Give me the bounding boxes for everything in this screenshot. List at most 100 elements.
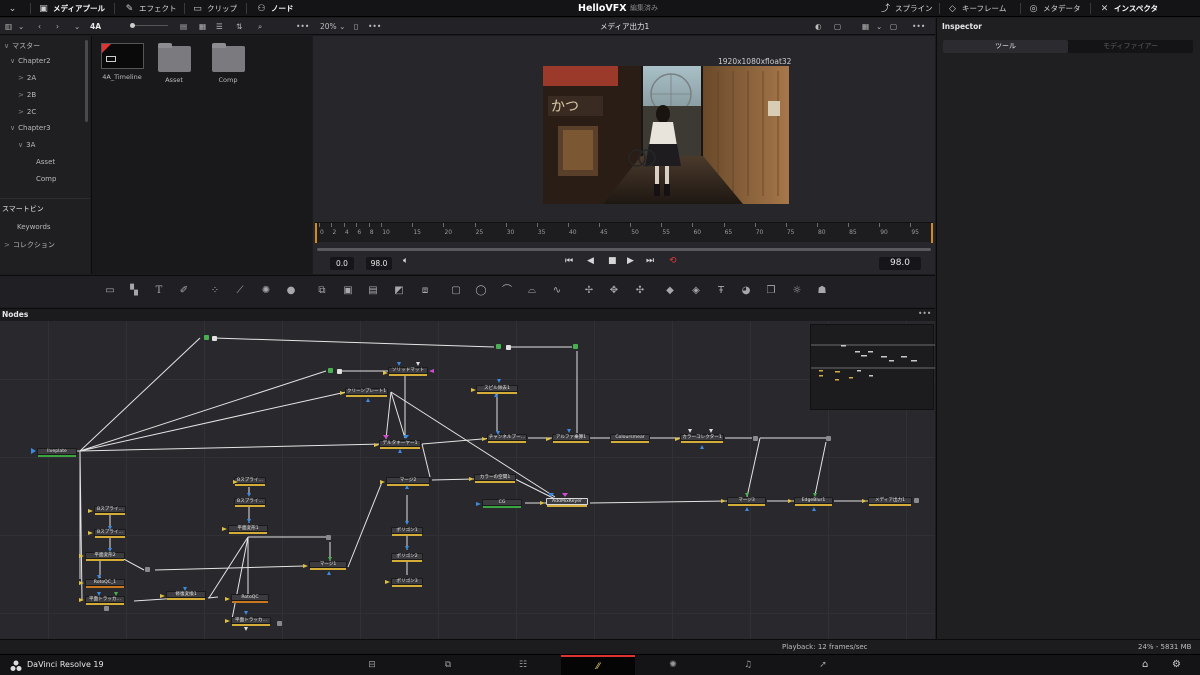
node-bspline3[interactable]: Bスプライ… (94, 506, 126, 515)
tree-item-2b[interactable]: >2B (18, 91, 36, 99)
node-restore-transform[interactable]: 修復変換1 (166, 591, 206, 600)
node-color-space[interactable]: カラーの空間1 (474, 474, 516, 483)
text-tool-button[interactable]: T (152, 284, 166, 298)
shape3d-tool-button[interactable]: ◆ (663, 284, 677, 298)
node-planar-transform1[interactable]: 平面変形1 (228, 525, 268, 534)
node-channel-booleans[interactable]: チャンネルブー… (487, 434, 527, 443)
node-solid-matte[interactable]: ソリッドマット (388, 367, 428, 376)
metadata-toggle[interactable]: ◎ メタデータ (1028, 0, 1081, 17)
light3d-tool-button[interactable]: ☼ (790, 284, 804, 298)
node-polygon3[interactable]: ポリゴン3 (391, 578, 423, 587)
pipe-router[interactable] (104, 606, 109, 611)
tree-item-master[interactable]: ∨ マスター (4, 41, 40, 51)
node-spill-remove[interactable]: スピル除去1 (476, 385, 518, 394)
node-graph[interactable]: liveplate ソリッドマット クリーンプレート1 スピル除去1 デルタキー… (0, 321, 935, 639)
page-tab-fairlight[interactable]: ♫ (711, 655, 785, 675)
node-output-port[interactable] (328, 368, 333, 373)
tracker-tool-button[interactable]: ✢ (582, 284, 596, 298)
media-pool-options-button[interactable]: ••• (296, 18, 309, 35)
background-tool-button[interactable]: ▭ (103, 284, 117, 298)
node-polygon1[interactable]: ポリゴン1 (391, 527, 423, 536)
viewer-image[interactable]: かつ (543, 66, 789, 204)
paint-tool-button[interactable]: ▚ (127, 284, 141, 298)
viewer-options-button[interactable]: ••• (368, 18, 381, 35)
viewer-layout-button[interactable]: ▯ (354, 18, 358, 35)
particles-tool-button[interactable]: ⁘ (208, 284, 222, 298)
viewer-more-button[interactable]: ••• (912, 18, 925, 35)
node-merge3[interactable]: マージ3 (727, 497, 766, 506)
play-reverse-button[interactable]: ◀ (587, 256, 594, 266)
nodes-toggle[interactable]: ⚇ ノード (256, 0, 293, 17)
search-button[interactable]: ⌕ (258, 18, 262, 35)
node-addmix-keyer[interactable]: AddMixKeyer (546, 498, 588, 507)
settings-button[interactable]: ⚙ (1172, 659, 1181, 670)
stop-button[interactable]: ■ (608, 256, 617, 266)
blur-tool-button[interactable]: ⟋ (233, 284, 247, 298)
pipe-router[interactable] (212, 336, 217, 341)
page-tab-color[interactable]: ✺ (636, 655, 710, 675)
folder-up-button[interactable]: ⌄ (74, 18, 80, 35)
forward-button[interactable]: › (56, 18, 59, 35)
node-output-port[interactable] (204, 335, 209, 340)
planar-tracker-tool-button[interactable]: ✥ (607, 284, 621, 298)
keyframes-toggle[interactable]: ◇ キーフレーム (947, 0, 1006, 17)
tab-tools[interactable]: ツール (943, 40, 1068, 53)
transform-tool-button[interactable]: ⧈ (418, 284, 432, 298)
render-range-start[interactable] (315, 223, 317, 243)
media-pool-toggle[interactable]: ▣ メディアプール (38, 0, 105, 17)
tree-item-chapter3[interactable]: ∨ Chapter3 (10, 124, 51, 132)
color-corrector-tool-button[interactable]: ● (284, 284, 298, 298)
tree-item-chapter2[interactable]: ∨ Chapter2 (10, 57, 51, 65)
metadata-view-button[interactable]: ▤ (180, 18, 187, 35)
merge-tool-button[interactable]: ⧉ (315, 284, 329, 298)
page-tab-edit[interactable]: ☷ (486, 655, 560, 675)
scrub-bar[interactable] (317, 248, 931, 251)
node-bspline4[interactable]: Bスプライ… (94, 529, 126, 538)
node-clean-plate[interactable]: クリーンプレート1 (345, 388, 388, 397)
node-liveplate[interactable]: liveplate (37, 448, 77, 457)
back-button[interactable]: ‹ (38, 18, 41, 35)
polygon-mask-button[interactable]: ⌒ (500, 284, 514, 298)
bspline-mask-button[interactable]: ⌓ (525, 284, 539, 298)
clips-toggle[interactable]: ▭ クリップ (192, 0, 237, 17)
in-point-field[interactable]: 0.0 (330, 257, 354, 270)
pipe-router[interactable] (914, 498, 919, 503)
go-to-start-button[interactable]: ⏮︎ (565, 256, 573, 266)
pipe-router[interactable] (277, 621, 282, 626)
render-range-end[interactable] (931, 223, 933, 243)
node-bspline2[interactable]: Bスプライ… (234, 498, 266, 507)
tree-item-2a[interactable]: >2A (18, 74, 36, 82)
node-delta-keyer[interactable]: デルタキーヤー1 (379, 440, 421, 449)
color-picker-button[interactable]: ◐ (815, 18, 822, 35)
page-tab-media[interactable]: ⊟ (335, 655, 409, 675)
thumbnail-view-button[interactable]: ▦ (199, 18, 206, 35)
thumbnail-size-slider[interactable] (128, 18, 168, 35)
pipe-router[interactable] (337, 369, 342, 374)
node-media-output[interactable]: メディア出力1 (868, 497, 912, 506)
grid-options-dropdown[interactable]: ⌄ (876, 18, 882, 35)
tree-item-2c[interactable]: >2C (18, 108, 36, 116)
rectangle-mask-button[interactable]: ▢ (449, 284, 463, 298)
go-to-end-button[interactable]: ⏭︎ (646, 256, 654, 266)
stabilizer-tool-button[interactable]: ✣ (633, 284, 647, 298)
roi-button[interactable]: ▢ (834, 18, 841, 35)
loop-button[interactable]: ⟲ (669, 256, 677, 266)
nodes-options-button[interactable]: ••• (918, 309, 931, 318)
node-edge-blur[interactable]: EdgeBlur1 (794, 497, 833, 506)
time-ruler[interactable]: 0 2 4 6 8 10 15 20 25 30 35 40 45 50 55 60 65 70 75 80 85 90 9… (315, 222, 933, 243)
current-frame-field[interactable]: 98.0 (879, 257, 921, 270)
bin-item-timeline[interactable]: 4A_Timeline (98, 43, 146, 81)
bin-item-asset-folder[interactable]: Asset (154, 43, 194, 84)
resize-tool-button[interactable]: ◩ (392, 284, 406, 298)
node-planar-tracker1[interactable]: 平面トラッカ… (85, 596, 125, 605)
slider-thumb[interactable] (130, 23, 135, 28)
node-bspline1[interactable]: Bスプライ… (234, 477, 266, 486)
node-planar-tracker2[interactable]: 平面トラッカ… (231, 617, 271, 626)
node-color-corrector[interactable]: カラーコレクター1 (680, 434, 724, 443)
node-merge2[interactable]: マージ2 (386, 477, 430, 486)
node-coloursmear[interactable]: Coloursmear (610, 434, 650, 443)
sidebar-collapse-button[interactable]: ⌄ (18, 18, 24, 35)
matte-control-tool-button[interactable]: ▣ (341, 284, 355, 298)
text3d-tool-button[interactable]: Ŧ (714, 284, 728, 298)
node-output-port[interactable] (573, 344, 578, 349)
